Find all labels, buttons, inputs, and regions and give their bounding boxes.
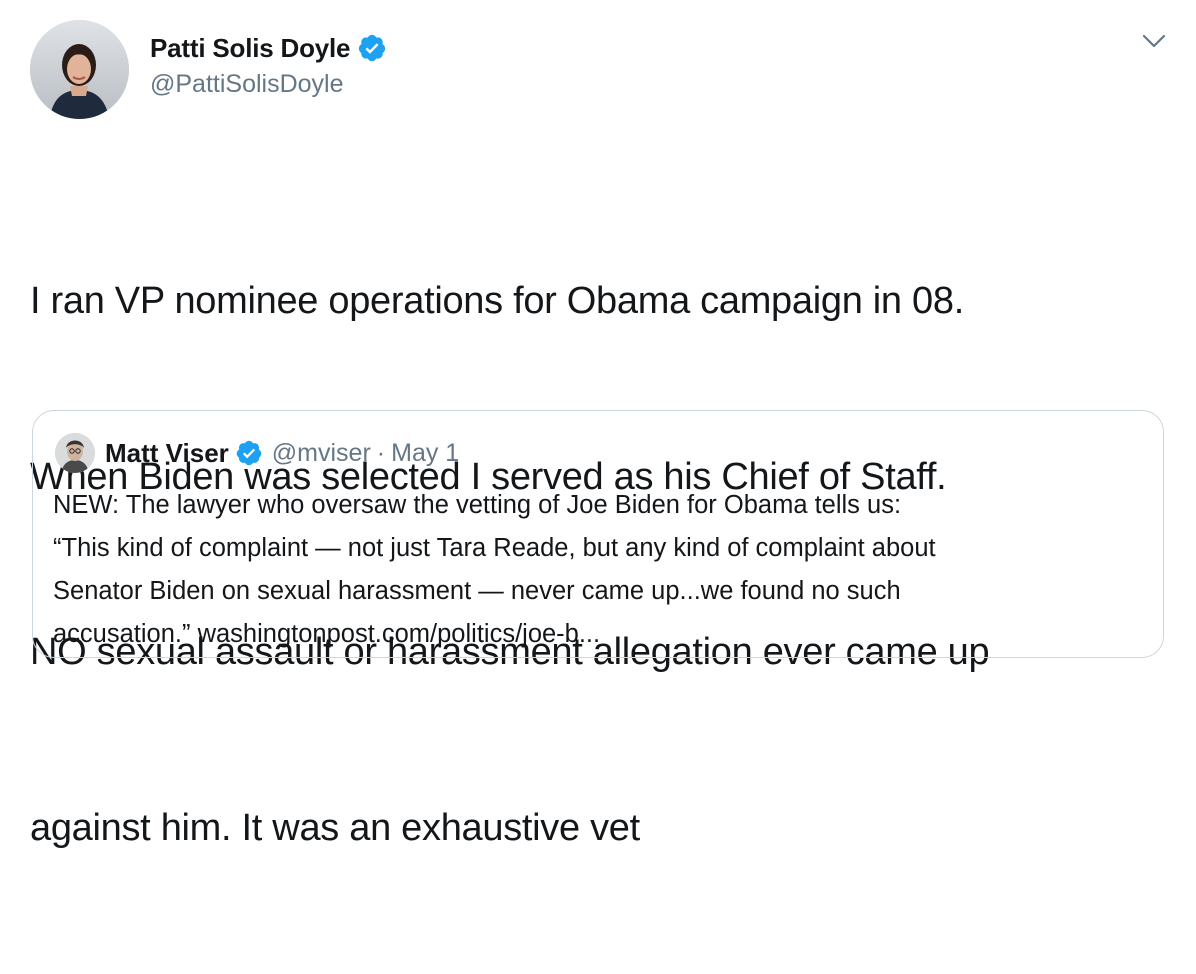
profile-avatar bbox=[30, 20, 129, 119]
quoted-display-name[interactable]: Matt Viser bbox=[105, 438, 229, 469]
tweet-card: Patti Solis Doyle @PattiSolisDoyle I ran… bbox=[0, 0, 1196, 849]
quoted-profile-avatar bbox=[55, 433, 95, 473]
quoted-text: NEW: The lawyer who oversaw the vetting … bbox=[53, 484, 1148, 656]
quoted-tweet[interactable]: Matt Viser @mviser · May 1 NEW: The lawy… bbox=[32, 410, 1164, 658]
verified-badge-icon bbox=[357, 33, 387, 63]
quoted-handle[interactable]: @mviser bbox=[272, 439, 371, 468]
author-avatar[interactable] bbox=[30, 20, 129, 119]
author-name-row[interactable]: Patti Solis Doyle bbox=[150, 30, 387, 66]
quoted-text-line: Senator Biden on sexual harassment — nev… bbox=[53, 577, 901, 605]
quoted-date[interactable]: May 1 bbox=[391, 439, 459, 468]
quoted-text-line: accusation.” washingtonpost.com/politics… bbox=[53, 620, 601, 648]
author-display-name[interactable]: Patti Solis Doyle bbox=[150, 33, 351, 64]
quoted-text-line: “This kind of complaint — not just Tara … bbox=[53, 534, 936, 562]
verified-badge-icon bbox=[235, 439, 263, 467]
quoted-author-avatar[interactable] bbox=[55, 433, 95, 473]
quoted-text-line: NEW: The lawyer who oversaw the vetting … bbox=[53, 491, 902, 519]
header-separator: · bbox=[376, 438, 386, 467]
author-handle[interactable]: @PattiSolisDoyle bbox=[150, 70, 344, 99]
tweet-text-line: against him. It was an exhaustive vet bbox=[30, 806, 640, 849]
chevron-down-icon[interactable] bbox=[1142, 33, 1166, 49]
quoted-header: Matt Viser @mviser · May 1 bbox=[105, 436, 459, 470]
tweet-text-line: I ran VP nominee operations for Obama ca… bbox=[30, 280, 964, 322]
